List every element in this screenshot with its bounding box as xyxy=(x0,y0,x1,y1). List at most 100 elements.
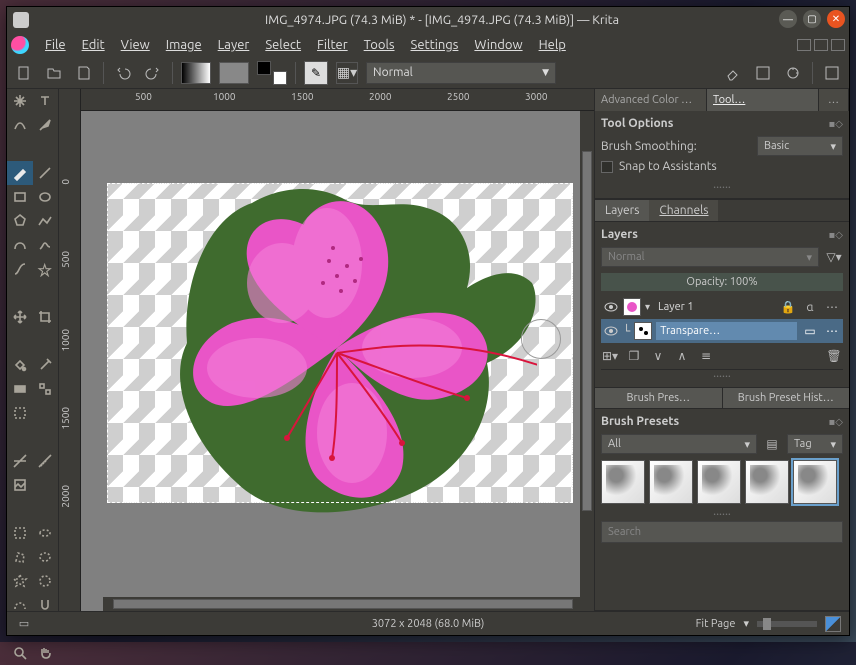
chevron-down-icon[interactable]: ▾ xyxy=(645,301,650,313)
tab-brush-presets[interactable]: Brush Pres… xyxy=(595,388,722,408)
blend-mode-dropdown[interactable]: Normal ▼ xyxy=(366,62,556,84)
undo-button[interactable] xyxy=(112,62,134,84)
menu-help[interactable]: Help xyxy=(531,35,574,55)
brush-preset-item[interactable] xyxy=(745,460,789,504)
horizontal-scrollbar[interactable] xyxy=(103,597,580,611)
visibility-icon[interactable] xyxy=(603,323,619,339)
tool-dyna[interactable] xyxy=(7,257,33,281)
tab-channels[interactable]: Channels xyxy=(649,200,718,221)
canvas-viewport[interactable] xyxy=(81,111,594,611)
tool-multibrush[interactable] xyxy=(33,257,59,281)
tool-polyline[interactable] xyxy=(33,209,59,233)
menu-filter[interactable]: Filter xyxy=(309,35,356,55)
tool-transform[interactable] xyxy=(7,89,33,113)
open-file-button[interactable] xyxy=(43,62,65,84)
workspace-chooser-icon[interactable] xyxy=(831,39,845,51)
tool-rectangle[interactable] xyxy=(7,185,33,209)
tool-zoom[interactable] xyxy=(7,641,33,665)
eraser-mode-button[interactable] xyxy=(722,62,744,84)
fg-bg-color-picker[interactable] xyxy=(257,61,287,85)
tab-layers[interactable]: Layers xyxy=(595,200,649,221)
preset-search-input[interactable]: Search xyxy=(601,521,843,543)
workspace-chooser-icon[interactable] xyxy=(814,39,828,51)
tool-bezier[interactable] xyxy=(7,233,33,257)
tool-smart-patch[interactable] xyxy=(7,401,33,425)
alpha-lock-button[interactable] xyxy=(752,62,774,84)
alpha-icon[interactable]: α xyxy=(801,298,819,316)
brush-preset-item[interactable] xyxy=(649,460,693,504)
delete-layer-button[interactable]: 🗑 xyxy=(825,347,843,365)
menu-window[interactable]: Window xyxy=(466,35,530,55)
add-layer-button[interactable]: ⊞▾ xyxy=(601,347,619,365)
tool-move[interactable] xyxy=(7,305,33,329)
tool-crop[interactable] xyxy=(33,305,59,329)
brush-shape-picker[interactable]: ▦▾ xyxy=(336,62,358,84)
menu-edit[interactable]: Edit xyxy=(74,35,113,55)
zoom-slider[interactable] xyxy=(757,621,817,627)
layer-row[interactable]: └ Transpare… ▭ ⋯ xyxy=(601,319,843,343)
reload-preset-button[interactable] xyxy=(782,62,804,84)
tool-text[interactable] xyxy=(33,89,59,113)
tool-measure[interactable] xyxy=(33,449,59,473)
tool-select-rect[interactable] xyxy=(7,521,33,545)
gradient-picker[interactable] xyxy=(181,62,211,84)
tab-brush-preset-history[interactable]: Brush Preset Hist… xyxy=(722,388,850,408)
opacity-slider[interactable]: Opacity: 100% xyxy=(601,273,843,291)
zoom-fit-label[interactable]: Fit Page xyxy=(696,618,736,630)
workspace-button[interactable] xyxy=(821,62,843,84)
layer-row[interactable]: ▾ Layer 1 🔒 α ⋯ xyxy=(601,295,843,319)
lock-icon[interactable]: 🔒 xyxy=(779,298,797,316)
redo-button[interactable] xyxy=(142,62,164,84)
workspace-chooser-icon[interactable] xyxy=(797,39,811,51)
props-icon[interactable]: ⋯ xyxy=(823,322,841,340)
window-maximize-button[interactable]: ▢ xyxy=(803,10,821,28)
tab-tool-options[interactable]: Tool… xyxy=(707,89,819,111)
menu-view[interactable]: View xyxy=(113,35,158,55)
pattern-picker[interactable] xyxy=(219,62,249,84)
snap-assistants-checkbox[interactable] xyxy=(601,161,613,173)
tool-gradient[interactable] xyxy=(7,377,33,401)
tool-select-bezier[interactable] xyxy=(7,593,33,617)
window-close-button[interactable]: ✕ xyxy=(827,10,845,28)
menu-file[interactable]: File xyxy=(37,35,74,55)
layer-name[interactable]: Transpare… xyxy=(656,322,797,340)
dock-menu-icon[interactable]: ▪◇ xyxy=(829,118,843,130)
tool-select-magnetic[interactable] xyxy=(33,593,59,617)
tool-select-outline[interactable] xyxy=(33,521,59,545)
menu-settings[interactable]: Settings xyxy=(403,35,467,55)
smoothing-dropdown[interactable]: Basic▾ xyxy=(757,136,843,156)
window-minimize-button[interactable]: — xyxy=(779,10,797,28)
menu-image[interactable]: Image xyxy=(158,35,210,55)
tool-assistant[interactable] xyxy=(7,449,33,473)
tool-freehand-path[interactable] xyxy=(33,233,59,257)
tool-calligraphy[interactable] xyxy=(33,113,59,137)
brush-preset-item[interactable] xyxy=(793,460,837,504)
tool-pan[interactable] xyxy=(33,641,59,665)
menu-select[interactable]: Select xyxy=(257,35,309,55)
tab-advanced-color[interactable]: Advanced Color … xyxy=(595,89,707,111)
dock-menu-icon[interactable]: ▪◇ xyxy=(829,229,843,241)
tool-select-poly[interactable] xyxy=(7,545,33,569)
layer-blend-dropdown[interactable]: Normal▾ xyxy=(601,247,819,267)
layer-properties-button[interactable]: ≡ xyxy=(697,347,715,365)
brush-preset-item[interactable] xyxy=(697,460,741,504)
brush-preset-item[interactable] xyxy=(601,460,645,504)
brush-preset-thumb[interactable]: ✎ xyxy=(304,61,328,85)
props-icon[interactable]: ⋯ xyxy=(823,298,841,316)
filter-layers-button[interactable]: ▽▾ xyxy=(825,248,843,266)
tab-overflow[interactable]: … xyxy=(819,89,849,111)
dock-menu-icon[interactable]: ▪◇ xyxy=(829,416,843,428)
tool-fill[interactable] xyxy=(7,353,33,377)
mask-icon[interactable]: ▭ xyxy=(801,322,819,340)
tool-line[interactable] xyxy=(33,161,59,185)
tool-polygon[interactable] xyxy=(7,209,33,233)
tool-freehand-brush[interactable] xyxy=(7,161,33,185)
layer-name[interactable]: Layer 1 xyxy=(654,298,775,316)
visibility-icon[interactable] xyxy=(603,299,619,315)
canvas-map-button[interactable] xyxy=(825,616,841,632)
new-file-button[interactable] xyxy=(13,62,35,84)
move-layer-down-button[interactable]: ∨ xyxy=(649,347,667,365)
view-mode-button[interactable]: ▤ xyxy=(763,435,781,453)
duplicate-layer-button[interactable]: ❐ xyxy=(625,347,643,365)
tool-reference[interactable] xyxy=(7,473,33,497)
